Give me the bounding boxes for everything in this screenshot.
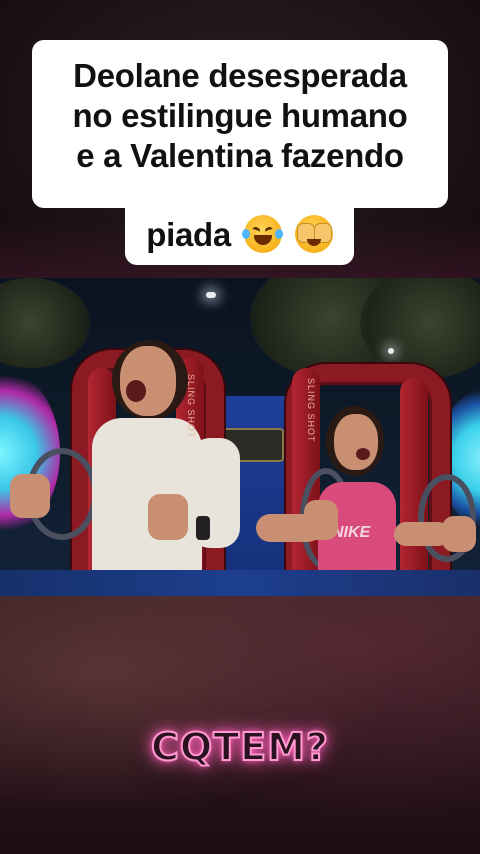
face-with-hand-over-eyes-icon: [294, 215, 333, 253]
caption-box-last-line: piada: [125, 205, 354, 265]
watch: [196, 516, 210, 540]
woman-mouth: [126, 380, 146, 402]
tree-foliage: [0, 278, 90, 368]
caption-box: Deolane desesperada no estilingue humano…: [32, 40, 448, 208]
rolling-on-floor-laughing-icon: [241, 215, 283, 253]
girl-hand-left: [304, 500, 338, 540]
woman-hand-right: [148, 494, 188, 540]
caption-line-1: Deolane desesperada: [73, 57, 407, 94]
street-lamp: [206, 292, 216, 298]
video-frame: NIKE SLING SHOT SLING SHOT: [0, 278, 480, 596]
street-lamp: [388, 348, 394, 354]
caption-line-2: no estilingue humano: [72, 97, 408, 134]
woman-face: [120, 346, 176, 416]
caption-line-4: piada: [146, 216, 231, 253]
watermark-logo: CQTEM?: [150, 724, 329, 770]
ride-label-right: SLING SHOT: [306, 378, 316, 443]
girl-arm-right: [394, 522, 450, 546]
caption-line-3: e a Valentina fazendo: [76, 137, 404, 174]
woman-hand-left: [10, 474, 50, 518]
harness-right-b: [400, 378, 428, 588]
ride-platform: [0, 570, 480, 596]
girl-face: [334, 414, 378, 470]
ride-label-left: SLING SHOT: [186, 374, 196, 439]
girl-mouth: [356, 448, 370, 460]
